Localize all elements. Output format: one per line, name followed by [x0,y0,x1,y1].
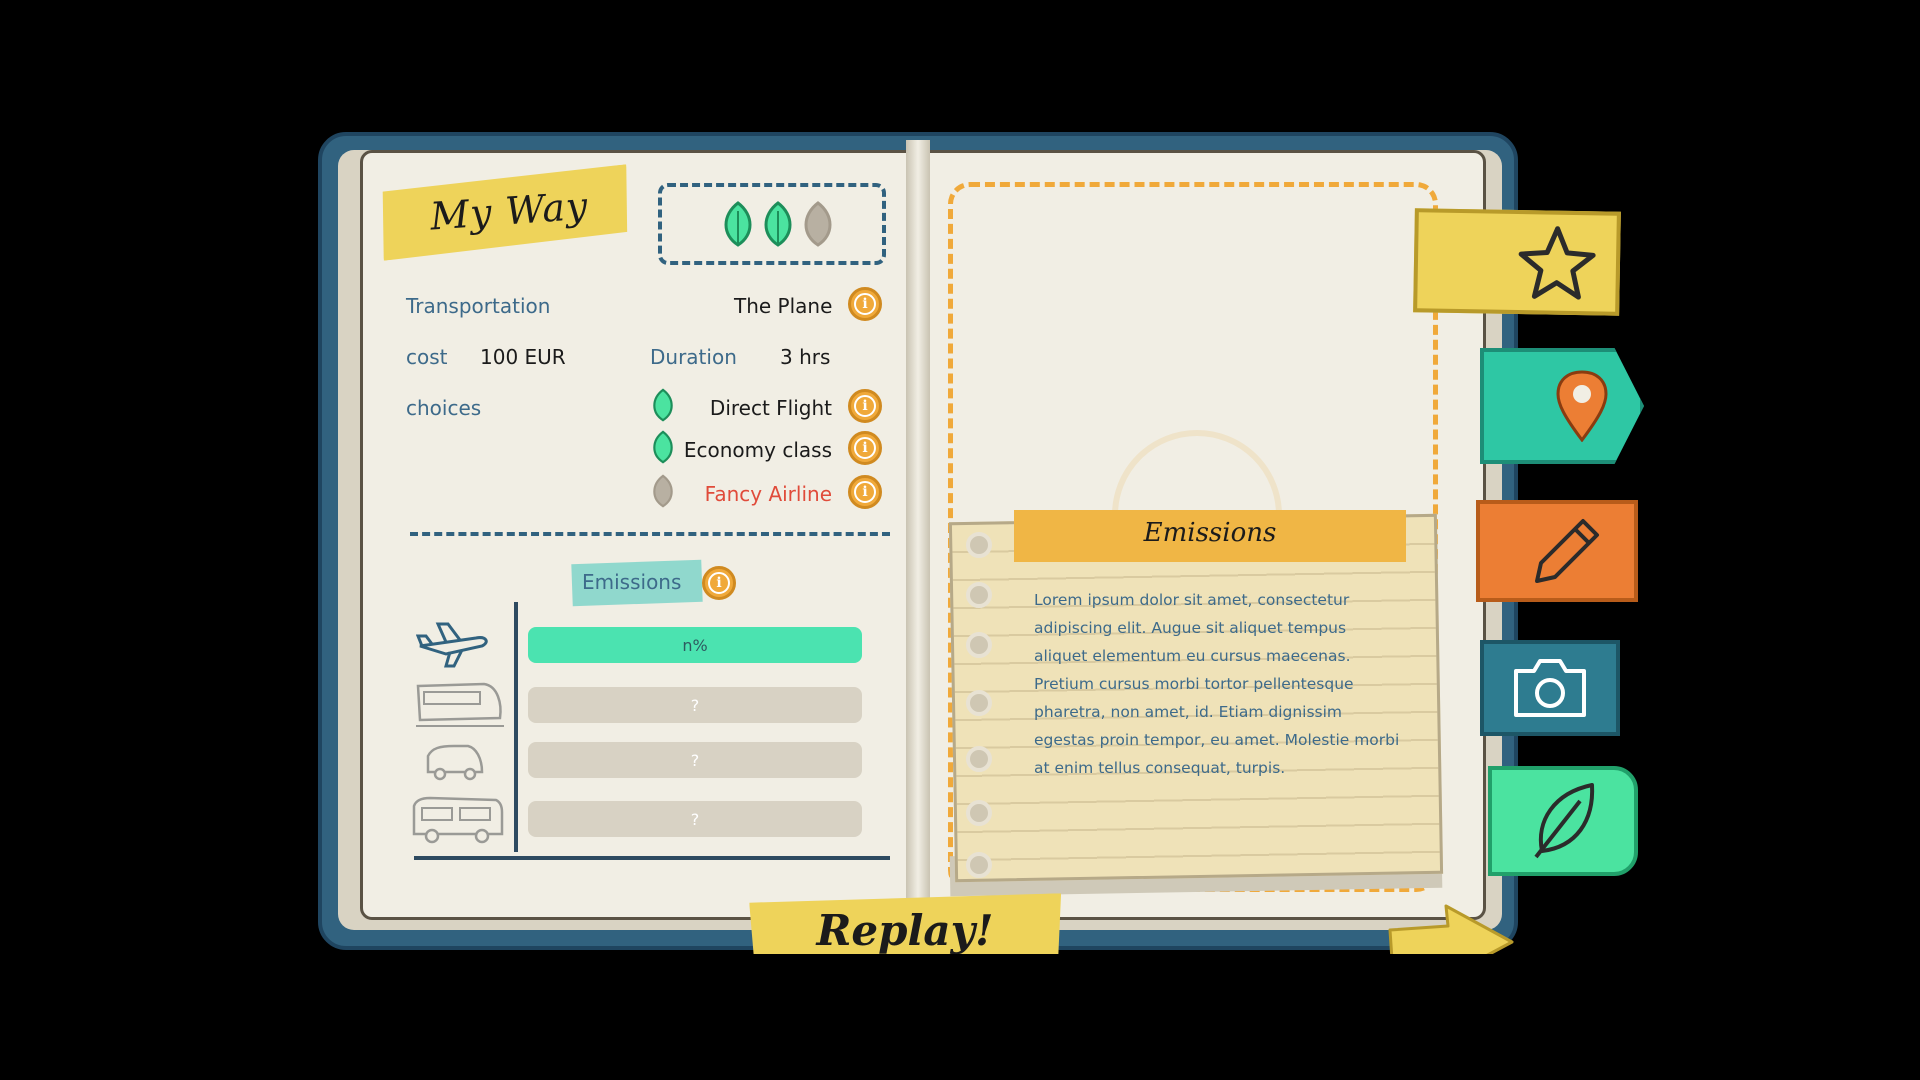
info-button[interactable]: i [848,475,882,509]
binder-ring [966,632,992,658]
notebook-spine [906,140,930,930]
leaf-grey-icon [804,201,832,247]
plane-icon [416,622,488,668]
choice-label: Fancy Airline [704,482,832,506]
transportation-label: Transportation [406,294,551,318]
emission-bar-car: ? [528,742,862,778]
info-button[interactable]: i [848,389,882,423]
camper-icon [412,796,504,844]
leaf-rating-box [658,183,886,265]
binder-ring [966,800,992,826]
info-icon: i [854,437,876,459]
binder-ring [966,746,992,772]
emissions-label: Emissions [582,570,682,594]
transportation-value: The Plane [734,294,833,318]
emission-bar-plane: n% [528,627,862,663]
choices-label: choices [406,396,482,420]
pencil-icon [1535,519,1599,583]
binder-ring [966,532,992,558]
leaf-icon [764,201,792,247]
duration-label: Duration [650,345,737,369]
note-body: Lorem ipsum dolor sit amet, consectetur … [1034,591,1400,777]
tab-favorites[interactable] [1413,208,1621,316]
emission-bar-train: ? [528,687,862,723]
choice-label: Direct Flight [709,396,832,420]
info-icon: i [854,481,876,503]
note-title: Emissions [1143,518,1277,548]
binder-ring [966,852,992,878]
leaf-icon [653,430,673,464]
leaf-icon [724,201,752,247]
tab-eco[interactable] [1488,766,1638,876]
screen-bottom-bar [0,954,1920,1080]
tab-map[interactable] [1480,348,1644,464]
leaf-grey-icon [653,474,673,508]
info-icon: i [854,395,876,417]
star-icon [1518,226,1596,300]
info-button[interactable]: i [848,431,882,465]
car-icon [426,744,484,781]
info-icon: i [708,572,730,594]
camera-icon [1514,659,1586,717]
binder-ring [966,582,992,608]
tab-camera[interactable] [1480,640,1620,736]
cost-value: 100 EUR [480,345,566,369]
leaf-icon [653,388,673,422]
choice-label: Economy class [683,438,832,462]
cost-label: cost [406,345,448,369]
replay-label: Replay! [816,906,994,955]
duration-value: 3 hrs [780,345,831,369]
tab-edit[interactable] [1476,500,1638,602]
map-pin-icon [1556,370,1608,442]
divider [410,532,890,536]
chart-axis-y [514,602,518,852]
info-button[interactable]: i [702,566,736,600]
leaf-icon [1534,783,1595,859]
chart-axis-x [414,856,890,860]
train-icon [416,682,504,727]
info-button[interactable]: i [848,287,882,321]
emission-bar-camper: ? [528,801,862,837]
info-icon: i [854,293,876,315]
binder-ring [966,690,992,716]
